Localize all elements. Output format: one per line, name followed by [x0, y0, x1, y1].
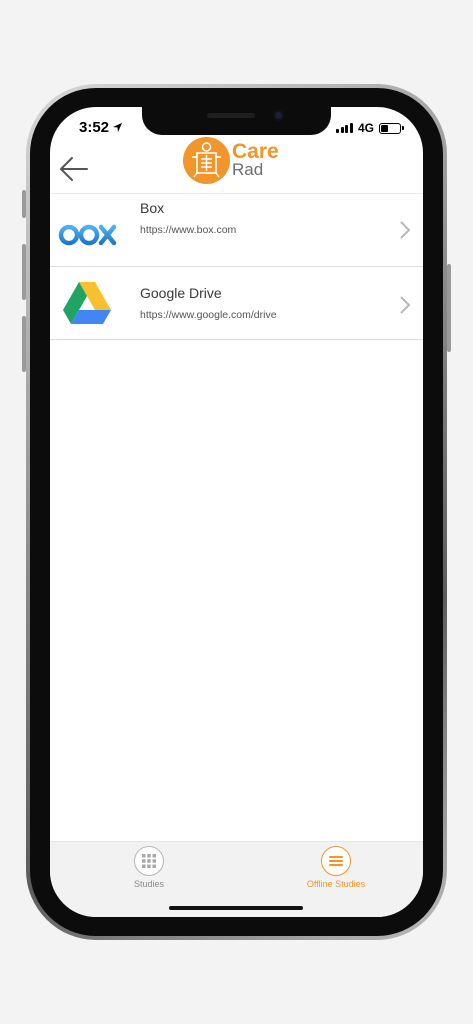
tab-offline-studies[interactable]: Offline Studies — [276, 846, 396, 889]
provider-url: https://www.google.com/drive — [140, 309, 277, 321]
volume-up-button — [22, 244, 26, 300]
stage: 3:52 4G Care Rad Box https://www.box.com… — [0, 0, 473, 1024]
battery-icon — [379, 122, 404, 134]
front-camera — [273, 110, 284, 121]
location-arrow-icon — [112, 122, 123, 133]
speaker — [207, 113, 255, 118]
logo-badge — [183, 137, 230, 184]
chevron-right-icon — [400, 296, 411, 314]
list-item-google-drive[interactable]: Google Drive https://www.google.com/driv… — [50, 267, 423, 340]
tab-studies[interactable]: Studies — [89, 846, 209, 889]
status-indicators: 4G — [336, 121, 404, 135]
status-time-text: 3:52 — [79, 119, 110, 136]
network-type: 4G — [357, 121, 374, 135]
grid-icon — [134, 846, 164, 876]
app-screen: 3:52 4G Care Rad Box https://www.box.com… — [50, 107, 423, 917]
list-item-box[interactable]: Box https://www.box.com — [50, 194, 423, 267]
power-button — [447, 264, 451, 352]
provider-name: Google Drive — [140, 285, 222, 301]
google-drive-icon — [56, 275, 118, 331]
notch — [142, 107, 331, 135]
home-indicator[interactable] — [169, 906, 303, 910]
provider-name: Box — [140, 200, 165, 216]
mute-switch — [22, 190, 26, 218]
status-time: 3:52 — [79, 119, 123, 136]
volume-down-button — [22, 316, 26, 372]
logo-rad-text: Rad — [232, 160, 264, 179]
provider-url: https://www.box.com — [140, 224, 237, 236]
menu-icon — [321, 846, 351, 876]
box-logo-icon — [56, 202, 118, 258]
tab-label: Offline Studies — [306, 879, 366, 889]
battery-level — [381, 124, 389, 132]
xray-person-icon — [192, 142, 221, 178]
signal-icon — [336, 123, 353, 133]
carerad-logo: Care Rad — [183, 137, 293, 185]
back-button[interactable] — [58, 153, 90, 185]
tab-label: Studies — [133, 879, 165, 889]
chevron-right-icon — [400, 221, 411, 239]
back-arrow-icon — [60, 157, 88, 181]
cloud-provider-list: Box https://www.box.com Google Drive htt… — [50, 193, 423, 340]
